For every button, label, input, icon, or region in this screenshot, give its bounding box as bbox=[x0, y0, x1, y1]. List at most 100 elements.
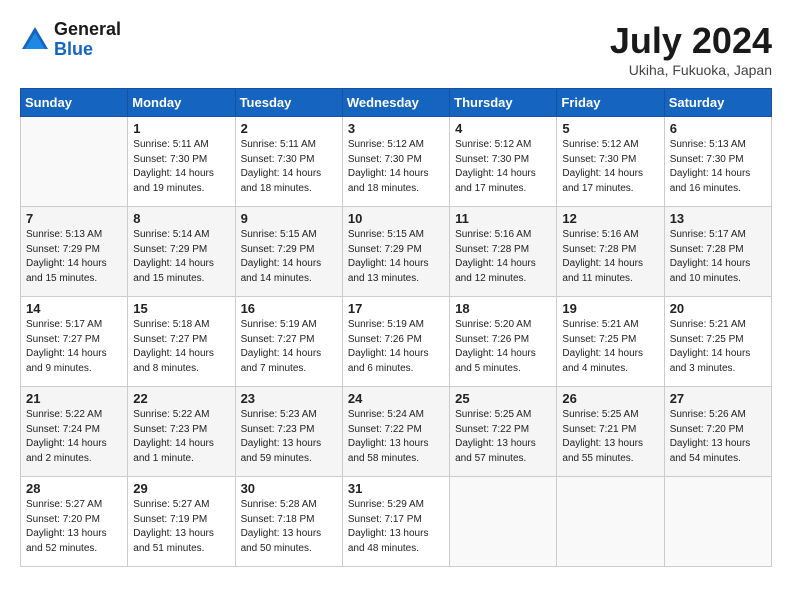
day-info: Sunrise: 5:18 AM Sunset: 7:27 PM Dayligh… bbox=[133, 318, 229, 376]
logo-icon bbox=[20, 25, 50, 55]
day-info: Sunrise: 5:26 AM Sunset: 7:20 PM Dayligh… bbox=[670, 408, 766, 466]
day-info: Sunrise: 5:19 AM Sunset: 7:26 PM Dayligh… bbox=[348, 318, 444, 376]
calendar-week-row: 14Sunrise: 5:17 AM Sunset: 7:27 PM Dayli… bbox=[21, 297, 772, 387]
day-number: 13 bbox=[670, 211, 766, 226]
day-number: 3 bbox=[348, 121, 444, 136]
calendar-day: 17 Sunrise: 5:19 AM Sunset: 7:26 PM Dayli… bbox=[342, 297, 449, 387]
day-info: Sunrise: 5:22 AM Sunset: 7:23 PM Dayligh… bbox=[133, 408, 229, 466]
day-number: 1 bbox=[133, 121, 229, 136]
calendar-day: 7 Sunrise: 5:13 AM Sunset: 7:29 PM Daylig… bbox=[21, 207, 128, 297]
day-number: 4 bbox=[455, 121, 551, 136]
day-info: Sunrise: 5:13 AM Sunset: 7:30 PM Dayligh… bbox=[670, 138, 766, 196]
day-number: 12 bbox=[562, 211, 658, 226]
day-number: 25 bbox=[455, 391, 551, 406]
calendar-day bbox=[450, 477, 557, 567]
day-info: Sunrise: 5:17 AM Sunset: 7:28 PM Dayligh… bbox=[670, 228, 766, 286]
calendar-day: 30Sunrise: 5:28 AM Sunset: 7:18 PM Dayli… bbox=[235, 477, 342, 567]
day-number: 5 bbox=[562, 121, 658, 136]
calendar-day: 14Sunrise: 5:17 AM Sunset: 7:27 PM Dayli… bbox=[21, 297, 128, 387]
day-number: 28 bbox=[26, 481, 122, 496]
day-info: Sunrise: 5:22 AM Sunset: 7:24 PM Dayligh… bbox=[26, 408, 122, 466]
location: Ukiha, Fukuoka, Japan bbox=[610, 62, 772, 78]
day-number: 20 bbox=[670, 301, 766, 316]
calendar-day: 10Sunrise: 5:15 AM Sunset: 7:29 PM Dayli… bbox=[342, 207, 449, 297]
day-number: 19 bbox=[562, 301, 658, 316]
day-number: 9 bbox=[241, 211, 337, 226]
day-number: 23 bbox=[241, 391, 337, 406]
calendar-day: 29 Sunrise: 5:27 AM Sunset: 7:19 PM Dayli… bbox=[128, 477, 235, 567]
calendar-day: 22 Sunrise: 5:22 AM Sunset: 7:23 PM Dayli… bbox=[128, 387, 235, 477]
calendar-day: 1 Sunrise: 5:11 AM Sunset: 7:30 PM Daylig… bbox=[128, 117, 235, 207]
day-info: Sunrise: 5:12 AM Sunset: 7:30 PM Dayligh… bbox=[562, 138, 658, 196]
day-info: Sunrise: 5:21 AM Sunset: 7:25 PM Dayligh… bbox=[670, 318, 766, 376]
day-info: Sunrise: 5:17 AM Sunset: 7:27 PM Dayligh… bbox=[26, 318, 122, 376]
calendar-day: 2 Sunrise: 5:11 AM Sunset: 7:30 PM Daylig… bbox=[235, 117, 342, 207]
day-number: 27 bbox=[670, 391, 766, 406]
calendar-day: 6 Sunrise: 5:13 AM Sunset: 7:30 PM Daylig… bbox=[664, 117, 771, 207]
day-info: Sunrise: 5:15 AM Sunset: 7:29 PM Dayligh… bbox=[241, 228, 337, 286]
day-number: 31 bbox=[348, 481, 444, 496]
calendar-day: 9 Sunrise: 5:15 AM Sunset: 7:29 PM Daylig… bbox=[235, 207, 342, 297]
calendar-day: 20 Sunrise: 5:21 AM Sunset: 7:25 PM Dayli… bbox=[664, 297, 771, 387]
calendar-week-row: 28 Sunrise: 5:27 AM Sunset: 7:20 PM Dayli… bbox=[21, 477, 772, 567]
logo-general-text: General bbox=[54, 20, 121, 40]
day-info: Sunrise: 5:27 AM Sunset: 7:20 PM Dayligh… bbox=[26, 498, 122, 556]
day-number: 22 bbox=[133, 391, 229, 406]
calendar-day: 25 Sunrise: 5:25 AM Sunset: 7:22 PM Dayli… bbox=[450, 387, 557, 477]
day-info: Sunrise: 5:23 AM Sunset: 7:23 PM Dayligh… bbox=[241, 408, 337, 466]
day-info: Sunrise: 5:13 AM Sunset: 7:29 PM Dayligh… bbox=[26, 228, 122, 286]
logo-text: General Blue bbox=[54, 20, 121, 60]
day-number: 17 bbox=[348, 301, 444, 316]
day-number: 7 bbox=[26, 211, 122, 226]
logo-blue-text: Blue bbox=[54, 40, 121, 60]
day-number: 24 bbox=[348, 391, 444, 406]
day-info: Sunrise: 5:11 AM Sunset: 7:30 PM Dayligh… bbox=[241, 138, 337, 196]
day-info: Sunrise: 5:19 AM Sunset: 7:27 PM Dayligh… bbox=[241, 318, 337, 376]
weekday-header-thursday: Thursday bbox=[450, 89, 557, 117]
day-info: Sunrise: 5:12 AM Sunset: 7:30 PM Dayligh… bbox=[348, 138, 444, 196]
day-number: 18 bbox=[455, 301, 551, 316]
calendar-week-row: 7 Sunrise: 5:13 AM Sunset: 7:29 PM Daylig… bbox=[21, 207, 772, 297]
calendar-week-row: 21 Sunrise: 5:22 AM Sunset: 7:24 PM Dayli… bbox=[21, 387, 772, 477]
day-info: Sunrise: 5:11 AM Sunset: 7:30 PM Dayligh… bbox=[133, 138, 229, 196]
weekday-header-friday: Friday bbox=[557, 89, 664, 117]
weekday-header-wednesday: Wednesday bbox=[342, 89, 449, 117]
day-info: Sunrise: 5:25 AM Sunset: 7:22 PM Dayligh… bbox=[455, 408, 551, 466]
day-number: 10 bbox=[348, 211, 444, 226]
day-info: Sunrise: 5:24 AM Sunset: 7:22 PM Dayligh… bbox=[348, 408, 444, 466]
weekday-header-monday: Monday bbox=[128, 89, 235, 117]
day-number: 6 bbox=[670, 121, 766, 136]
day-number: 21 bbox=[26, 391, 122, 406]
day-number: 2 bbox=[241, 121, 337, 136]
logo: General Blue bbox=[20, 20, 121, 60]
calendar-day: 24 Sunrise: 5:24 AM Sunset: 7:22 PM Dayli… bbox=[342, 387, 449, 477]
calendar-day bbox=[21, 117, 128, 207]
day-info: Sunrise: 5:28 AM Sunset: 7:18 PM Dayligh… bbox=[241, 498, 337, 556]
calendar-day: 4 Sunrise: 5:12 AM Sunset: 7:30 PM Daylig… bbox=[450, 117, 557, 207]
day-info: Sunrise: 5:20 AM Sunset: 7:26 PM Dayligh… bbox=[455, 318, 551, 376]
calendar-day bbox=[557, 477, 664, 567]
day-info: Sunrise: 5:21 AM Sunset: 7:25 PM Dayligh… bbox=[562, 318, 658, 376]
day-info: Sunrise: 5:27 AM Sunset: 7:19 PM Dayligh… bbox=[133, 498, 229, 556]
day-info: Sunrise: 5:16 AM Sunset: 7:28 PM Dayligh… bbox=[455, 228, 551, 286]
calendar-day: 27 Sunrise: 5:26 AM Sunset: 7:20 PM Dayli… bbox=[664, 387, 771, 477]
calendar-day: 28 Sunrise: 5:27 AM Sunset: 7:20 PM Dayli… bbox=[21, 477, 128, 567]
weekday-header-row: SundayMondayTuesdayWednesdayThursdayFrid… bbox=[21, 89, 772, 117]
calendar-day: 12Sunrise: 5:16 AM Sunset: 7:28 PM Dayli… bbox=[557, 207, 664, 297]
calendar-day: 21 Sunrise: 5:22 AM Sunset: 7:24 PM Dayli… bbox=[21, 387, 128, 477]
day-number: 26 bbox=[562, 391, 658, 406]
day-info: Sunrise: 5:12 AM Sunset: 7:30 PM Dayligh… bbox=[455, 138, 551, 196]
month-title: July 2024 bbox=[610, 20, 772, 62]
calendar-day: 23 Sunrise: 5:23 AM Sunset: 7:23 PM Dayli… bbox=[235, 387, 342, 477]
day-number: 16 bbox=[241, 301, 337, 316]
calendar-day: 16 Sunrise: 5:19 AM Sunset: 7:27 PM Dayli… bbox=[235, 297, 342, 387]
calendar-day: 5 Sunrise: 5:12 AM Sunset: 7:30 PM Daylig… bbox=[557, 117, 664, 207]
day-number: 29 bbox=[133, 481, 229, 496]
calendar-day: 15 Sunrise: 5:18 AM Sunset: 7:27 PM Dayli… bbox=[128, 297, 235, 387]
calendar-day: 13 Sunrise: 5:17 AM Sunset: 7:28 PM Dayli… bbox=[664, 207, 771, 297]
weekday-header-saturday: Saturday bbox=[664, 89, 771, 117]
day-number: 11 bbox=[455, 211, 551, 226]
day-number: 15 bbox=[133, 301, 229, 316]
calendar-day: 3 Sunrise: 5:12 AM Sunset: 7:30 PM Daylig… bbox=[342, 117, 449, 207]
weekday-header-sunday: Sunday bbox=[21, 89, 128, 117]
